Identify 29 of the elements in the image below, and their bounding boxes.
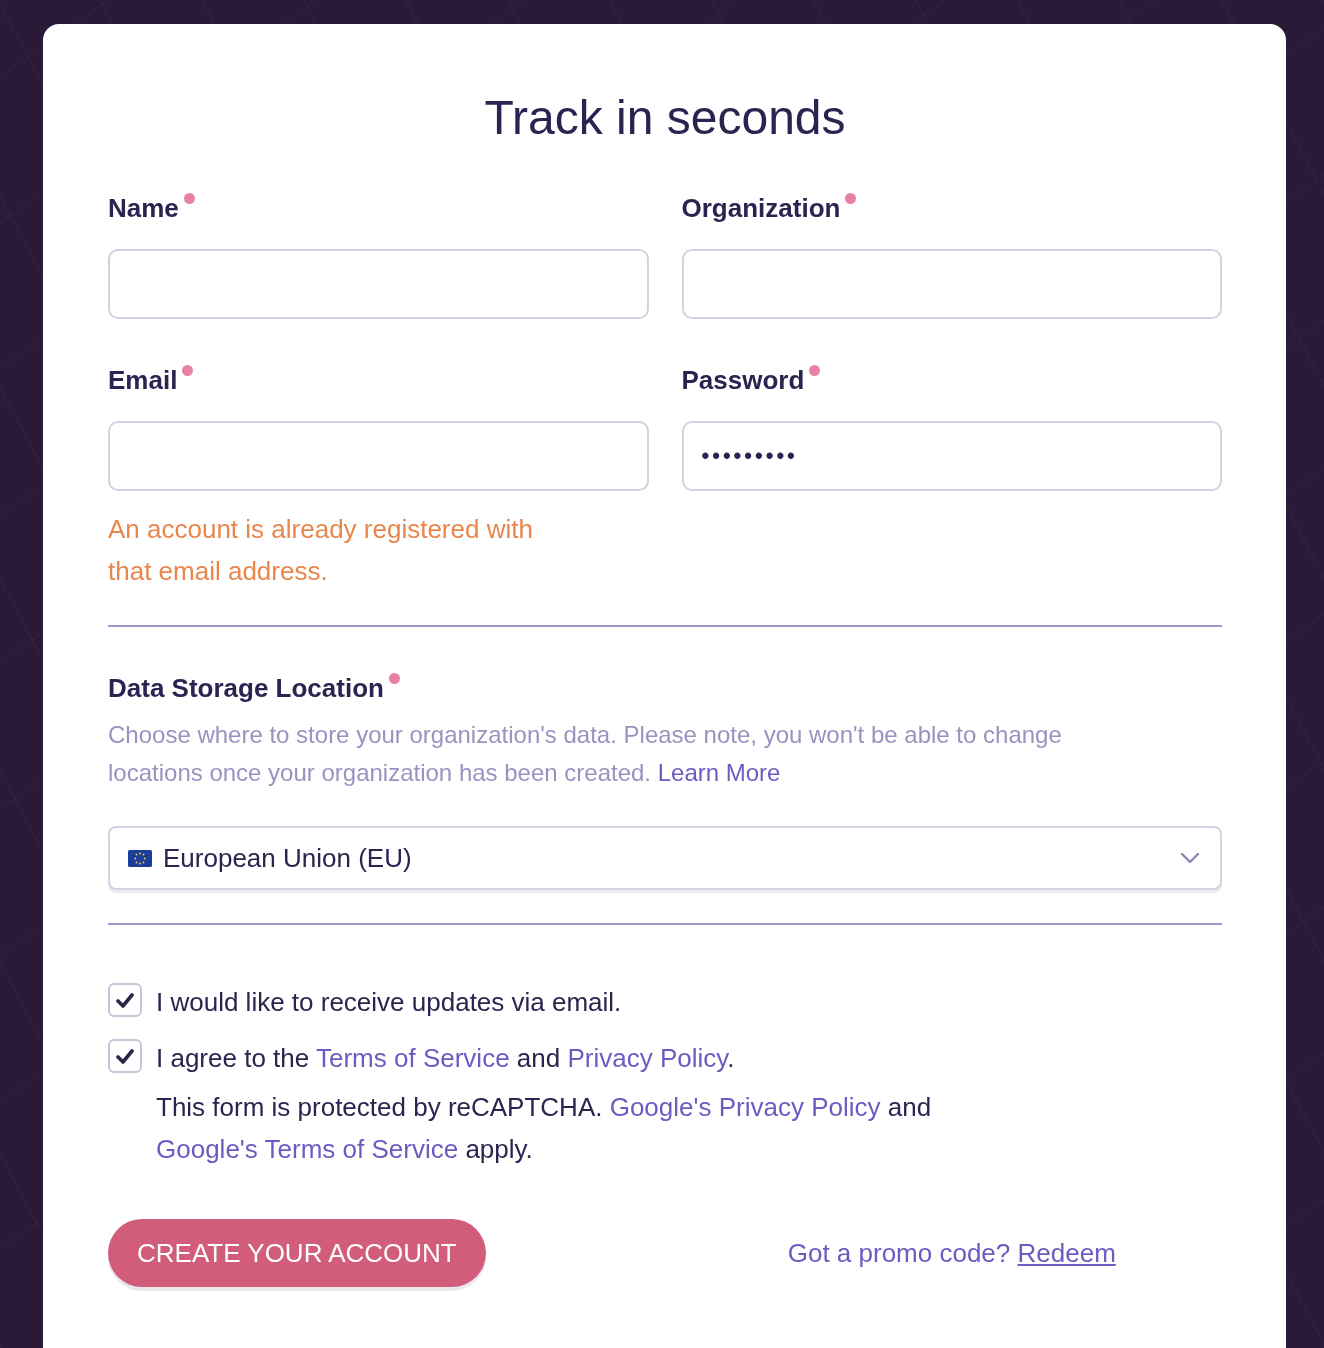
redeem-link[interactable]: Redeem: [1017, 1238, 1116, 1268]
help-text: Choose where to store your organization's data. Please note, you won't be able to change locations once your organization has been created. Learn More: [108, 720, 1063, 788]
text-link[interactable]: Google's Privacy Policy: [609, 1092, 881, 1122]
field-label: Organization: [681, 192, 841, 225]
checkbox[interactable]: [108, 1039, 142, 1073]
text-field[interactable]: •••••••••: [681, 421, 1222, 491]
field-label: Email: [108, 364, 178, 397]
form-title: Track in seconds: [483, 90, 847, 146]
checkmark-icon: [116, 992, 134, 1008]
text-link[interactable]: Learn More: [657, 759, 781, 786]
location-select[interactable]: European Union (EU): [108, 826, 1222, 890]
text-link[interactable]: Terms of Service: [316, 1043, 510, 1073]
recaptcha-note: This form is protected by reCAPTCHA. Google's Privacy Policy and Google's Terms of Service apply.: [156, 1091, 933, 1166]
field-label: Data Storage Location: [108, 672, 384, 705]
checkbox[interactable]: [108, 983, 142, 1017]
checkbox-label: I would like to receive updates via email.: [156, 986, 622, 1019]
checkbox-label: I agree to the Terms of Service and Privacy Policy.: [156, 1042, 735, 1075]
text-field[interactable]: [108, 421, 649, 491]
field-label: Name: [108, 192, 179, 225]
text-field[interactable]: [681, 249, 1222, 319]
error-message: An account is already registered with that email address.: [108, 513, 534, 588]
flag-icon: [128, 849, 152, 867]
text-link[interactable]: Google's Terms of Service: [156, 1134, 459, 1164]
text-link[interactable]: Privacy Policy: [567, 1043, 728, 1073]
text-field[interactable]: [108, 249, 649, 319]
field-label: Password: [681, 364, 805, 397]
checkmark-icon: [116, 1048, 134, 1064]
chevron-down-icon: [1180, 852, 1200, 864]
promo-text: Got a promo code? Redeem: [786, 1237, 1117, 1270]
